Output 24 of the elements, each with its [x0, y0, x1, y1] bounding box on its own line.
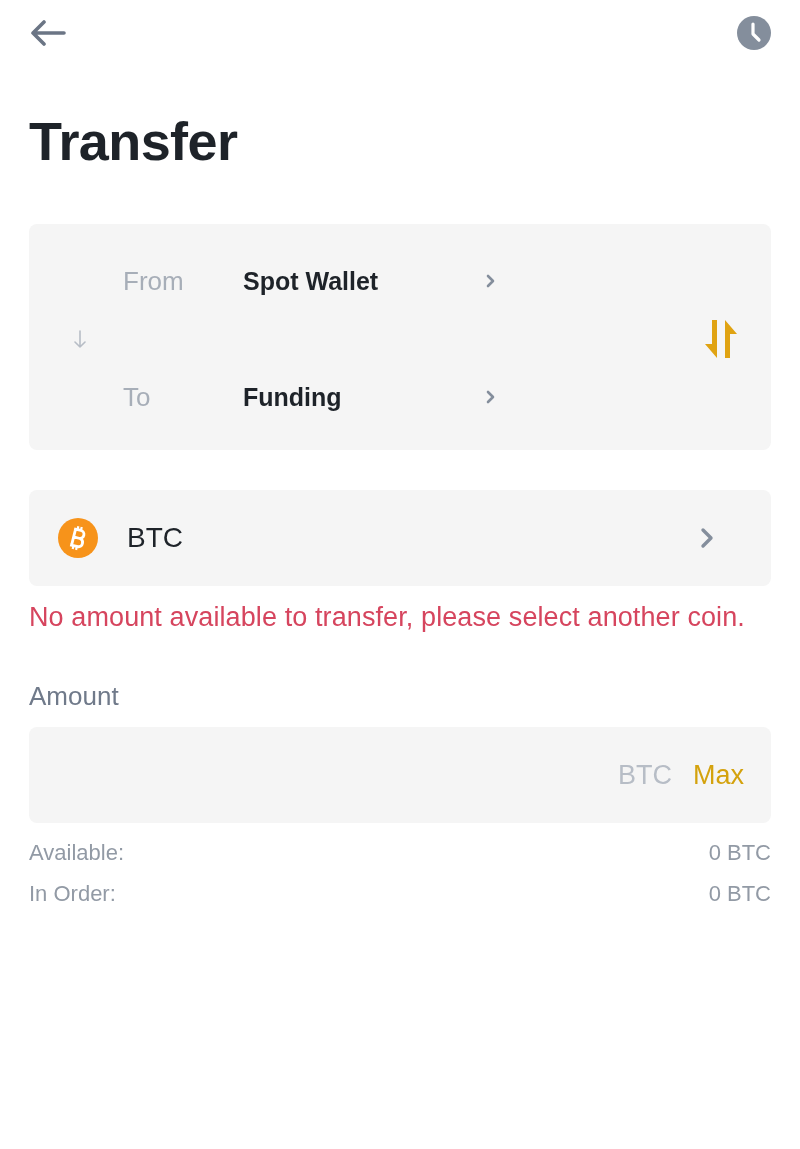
back-button[interactable] [30, 20, 66, 46]
coin-selector[interactable]: BTC [29, 490, 771, 586]
balance-value: 0 BTC [708, 839, 771, 866]
error-message: No amount available to transfer, please select another coin. [29, 602, 746, 633]
arrow-left-icon [30, 20, 66, 46]
chevron-right-icon [486, 274, 495, 288]
bitcoin-coin-icon [58, 518, 98, 558]
arrow-down-icon [74, 329, 86, 349]
balance-value: 0 BTC [708, 880, 771, 907]
swap-button[interactable] [705, 320, 737, 358]
wallet-selector[interactable]: Spot Wallet [243, 266, 495, 296]
page-title: Transfer [29, 114, 239, 168]
route-label: To [123, 381, 152, 413]
currency-unit: BTC [618, 759, 672, 791]
wallet-selector[interactable]: Funding [243, 382, 495, 412]
amount-label: Amount [29, 681, 120, 712]
chevron-right-icon [700, 527, 714, 549]
balance-label: In Order: [29, 880, 116, 907]
chevron-right-icon [486, 390, 495, 404]
history-button[interactable] [737, 16, 771, 50]
route-label: From [123, 265, 185, 297]
balance-label: Available: [29, 839, 124, 866]
clock-icon [737, 16, 771, 50]
swap-arrows-icon [705, 320, 737, 358]
